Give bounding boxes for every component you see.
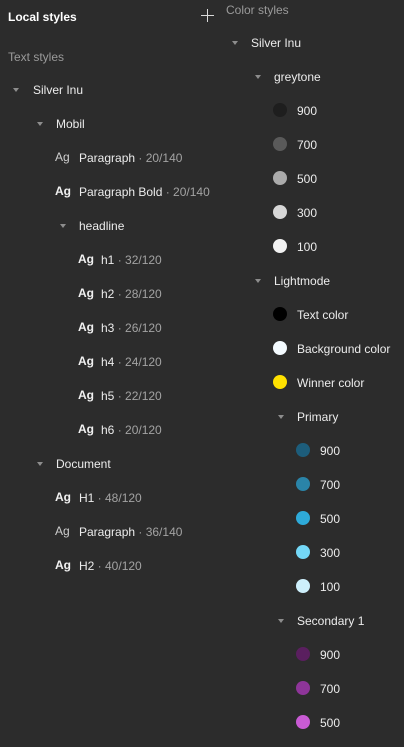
text-style-ag-icon: Ag [55,150,70,164]
text-style-ag-icon: Ag [78,422,94,436]
style-meta: · 48/120 [94,491,142,505]
style-name: Paragraph Bold [79,185,163,199]
text-style-ag-icon: Ag [78,320,94,334]
chevron-down-icon[interactable] [37,462,43,466]
chevron-down-icon[interactable] [60,224,66,228]
color-group-primary[interactable]: Primary [297,410,338,424]
text-style-ag-icon: Ag [78,354,94,368]
style-meta: · 24/120 [114,355,162,369]
style-meta: · 32/120 [114,253,162,267]
style-meta: · 40/120 [94,559,142,573]
chevron-down-icon[interactable] [255,75,261,79]
style-meta: · 20/140 [162,185,210,199]
text-style-label: h4 · 24/120 [101,355,162,369]
color-swatch [296,443,310,457]
text-style-label: Paragraph · 20/140 [79,151,182,165]
chevron-down-icon[interactable] [13,88,19,92]
plus-icon[interactable] [201,9,214,22]
color-swatch [296,477,310,491]
color-style-label: 700 [320,682,341,696]
color-swatch [273,137,287,151]
text-style-label: Paragraph Bold · 20/140 [79,185,210,199]
style-name: H1 [79,491,95,505]
chevron-down-icon[interactable] [37,122,43,126]
color-group-lightmode[interactable]: Lightmode [274,274,330,288]
text-styles-heading: Text styles [8,50,65,64]
color-style-label: 900 [320,444,341,458]
local-styles-panel: Local styles Text styles Silver Inu Mobi… [0,0,404,747]
text-style-label: h5 · 22/120 [101,389,162,403]
color-swatch [296,715,310,729]
chevron-down-icon[interactable] [232,41,238,45]
color-swatch [273,205,287,219]
color-swatch [296,545,310,559]
style-name: Paragraph [79,525,136,539]
style-name: h3 [101,321,115,335]
text-style-label: H1 · 48/120 [79,491,142,505]
color-group-greytone[interactable]: greytone [274,70,321,84]
color-style-label: 700 [320,478,341,492]
chevron-down-icon[interactable] [278,415,284,419]
color-swatch [296,647,310,661]
text-style-label: h3 · 26/120 [101,321,162,335]
style-name: h5 [101,389,115,403]
color-style-label: 500 [320,716,341,730]
text-style-label: h6 · 20/120 [101,423,162,437]
color-style-label: 700 [297,138,318,152]
color-style-label: Winner color [297,376,365,390]
color-style-label: 500 [297,172,318,186]
panel-title: Local styles [8,10,77,24]
style-meta: · 36/140 [135,525,183,539]
text-group-silver-inu[interactable]: Silver Inu [33,83,83,97]
text-style-ag-icon: Ag [55,184,71,198]
color-swatch [296,511,310,525]
color-style-label: 100 [297,240,318,254]
color-swatch [273,341,287,355]
color-group-secondary-1[interactable]: Secondary 1 [297,614,364,628]
text-style-ag-icon: Ag [55,490,71,504]
style-name: h4 [101,355,115,369]
style-meta: · 26/120 [114,321,162,335]
text-style-label: H2 · 40/120 [79,559,142,573]
color-style-label: 300 [320,546,341,560]
color-style-label: 300 [297,206,318,220]
style-meta: · 20/140 [135,151,183,165]
text-style-ag-icon: Ag [55,558,71,572]
text-style-ag-icon: Ag [78,252,94,266]
color-style-label: 500 [320,512,341,526]
color-swatch [273,171,287,185]
color-group-silver-inu[interactable]: Silver Inu [251,36,301,50]
color-style-label: 900 [320,648,341,662]
style-name: h6 [101,423,115,437]
chevron-down-icon[interactable] [255,279,261,283]
style-meta: · 20/120 [114,423,162,437]
color-styles-heading: Color styles [226,3,289,17]
text-style-label: Paragraph · 36/140 [79,525,182,539]
color-swatch [273,103,287,117]
color-style-label: Background color [297,342,391,356]
text-style-ag-icon: Ag [78,286,94,300]
color-swatch [296,579,310,593]
color-swatch [273,375,287,389]
text-style-ag-icon: Ag [78,388,94,402]
style-meta: · 22/120 [114,389,162,403]
color-swatch [296,681,310,695]
color-style-label: Text color [297,308,349,322]
chevron-down-icon[interactable] [278,619,284,623]
style-meta: · 28/120 [114,287,162,301]
color-swatch [273,239,287,253]
style-name: h2 [101,287,115,301]
text-style-label: h1 · 32/120 [101,253,162,267]
text-group-document[interactable]: Document [56,457,111,471]
text-group-mobil[interactable]: Mobil [56,117,85,131]
color-style-label: 100 [320,580,341,594]
text-style-label: h2 · 28/120 [101,287,162,301]
color-style-label: 900 [297,104,318,118]
style-name: H2 [79,559,95,573]
style-name: h1 [101,253,115,267]
text-style-ag-icon: Ag [55,524,70,538]
color-swatch [273,307,287,321]
style-name: Paragraph [79,151,136,165]
text-group-headline[interactable]: headline [79,219,124,233]
